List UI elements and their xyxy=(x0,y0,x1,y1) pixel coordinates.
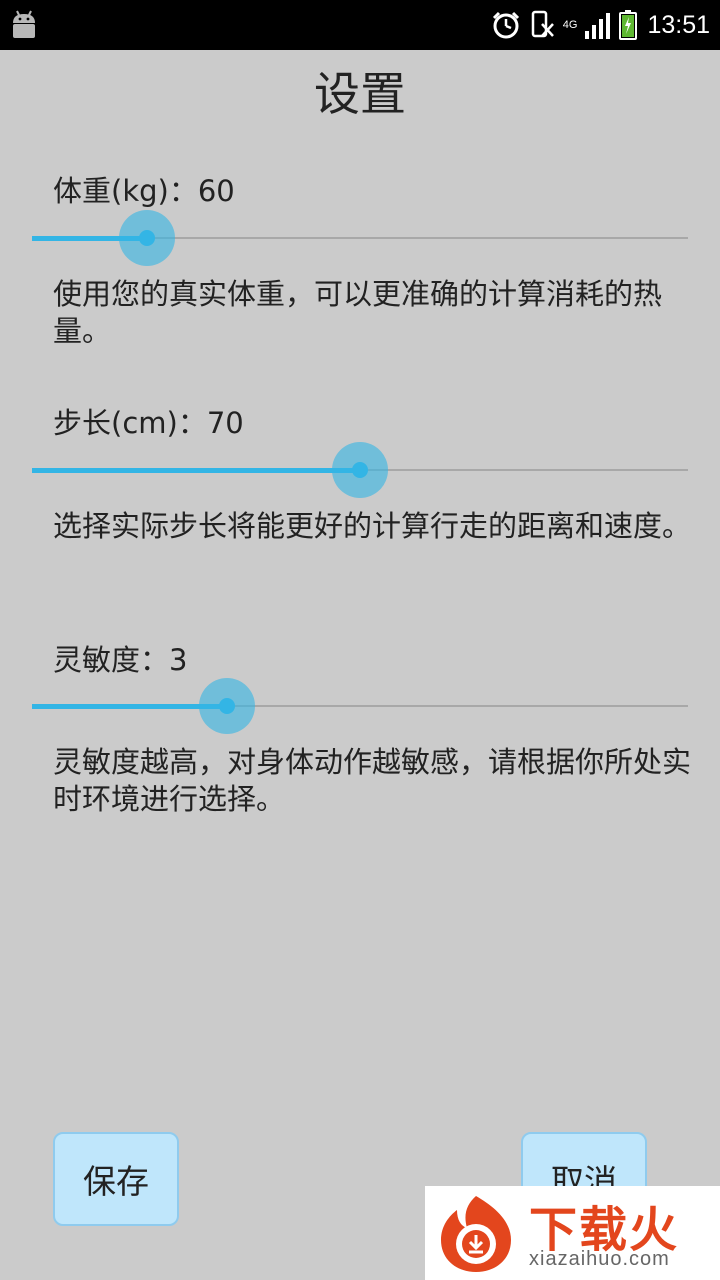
slider-thumb-center xyxy=(139,230,155,246)
save-button[interactable]: 保存 xyxy=(53,1132,179,1226)
weight-slider[interactable] xyxy=(32,208,688,268)
page-title: 设置 xyxy=(314,67,406,121)
watermark-url: xiazaihuo.com xyxy=(529,1248,670,1270)
stride-label: 步长(cm)：70 xyxy=(53,406,244,440)
watermark: 下载火 xiazaihuo.com xyxy=(425,1186,720,1280)
stride-description: 选择实际步长将能更好的计算行走的距离和速度。 xyxy=(53,509,692,543)
network-type: 4G xyxy=(562,19,578,31)
sensitivity-description: 灵敏度越高，对身体动作越敏感，请根据你所处实时环境进行选择。 xyxy=(53,745,692,816)
slider-thumb-center xyxy=(219,698,235,714)
slider-thumb-center xyxy=(352,462,368,478)
signal-icon xyxy=(585,13,611,39)
battery-charging-icon xyxy=(619,10,638,40)
clock: 13:51 xyxy=(647,10,710,39)
vibrate-icon xyxy=(531,10,554,38)
flame-logo-icon xyxy=(441,1196,511,1272)
sensitivity-label: 灵敏度：3 xyxy=(53,643,188,677)
android-icon xyxy=(13,10,35,38)
slider-progress xyxy=(32,704,227,709)
stride-slider[interactable] xyxy=(32,440,688,500)
status-bar: 4G 13:51 xyxy=(0,0,720,50)
weight-label: 体重(kg)：60 xyxy=(53,174,235,208)
weight-description: 使用您的真实体重，可以更准确的计算消耗的热量。 xyxy=(53,277,663,348)
slider-progress xyxy=(32,468,360,473)
alarm-icon xyxy=(492,11,519,39)
sensitivity-slider[interactable] xyxy=(32,676,688,736)
